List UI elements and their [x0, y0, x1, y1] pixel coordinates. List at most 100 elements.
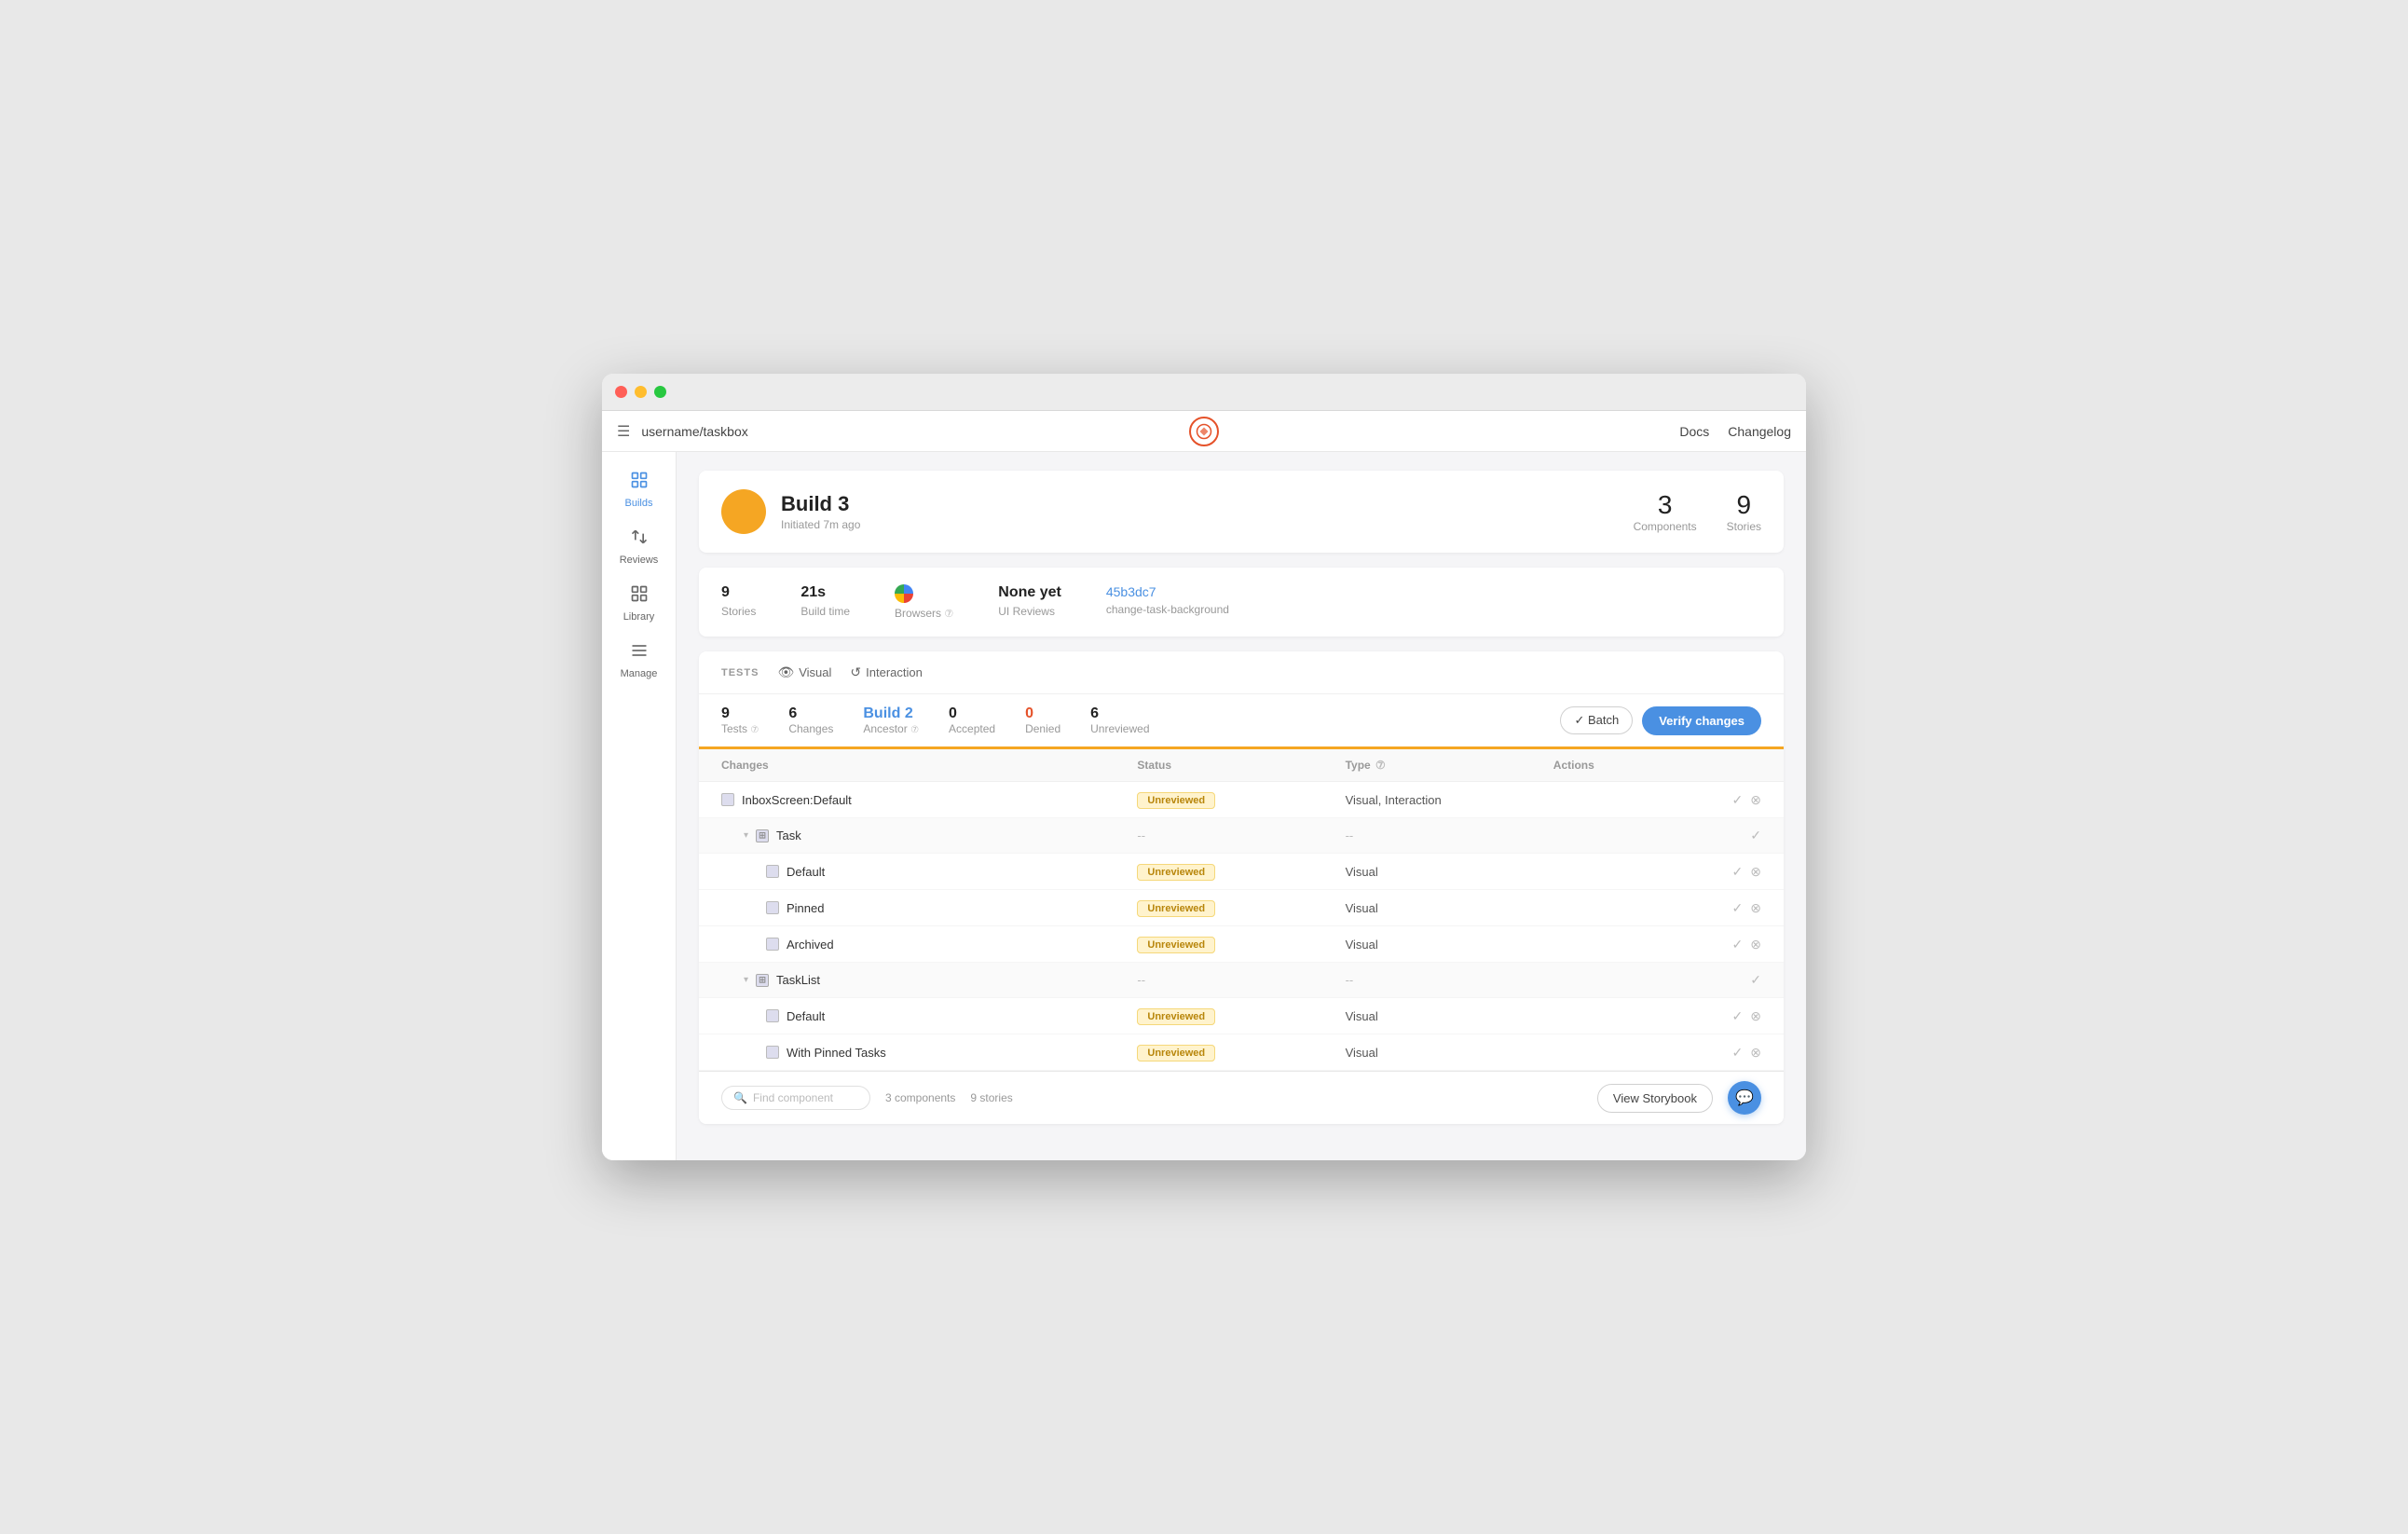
library-icon — [630, 584, 649, 608]
maximize-button[interactable] — [654, 386, 666, 398]
table-row: Default Unreviewed Visual ✓ ⊗ — [699, 998, 1784, 1034]
collapse-icon[interactable]: ▾ — [744, 830, 748, 841]
sidebar-item-manage[interactable]: Manage — [609, 634, 669, 687]
story-icon — [721, 793, 734, 806]
table-header: Changes Status Type ⑦ Actions — [699, 749, 1784, 782]
reviews-label: Reviews — [620, 555, 659, 566]
row-type-dash: -- — [1346, 973, 1553, 987]
row-actions: ✓ ⊗ — [1553, 937, 1761, 952]
builds-label: Builds — [625, 498, 653, 509]
accept-icon[interactable]: ✓ — [1732, 864, 1744, 880]
build-header-card: Build 3 Initiated 7m ago 3 Components 9 … — [699, 471, 1784, 553]
row-name-tasklist-pinned: With Pinned Tasks — [721, 1046, 1137, 1060]
deny-icon[interactable]: ⊗ — [1750, 1045, 1761, 1061]
row-name-text: Pinned — [787, 901, 824, 915]
build-title: Build 3 — [781, 492, 860, 516]
accept-icon[interactable]: ✓ — [1732, 792, 1744, 808]
commit-branch: change-task-background — [1106, 603, 1229, 616]
row-name-task-archived: Archived — [721, 938, 1137, 952]
component-icon: ⊞ — [756, 974, 769, 987]
accept-icon[interactable]: ✓ — [1750, 972, 1761, 988]
stat-denied-num: 0 — [1025, 705, 1060, 722]
components-stat: 3 Components — [1634, 490, 1697, 533]
row-status-dash: -- — [1137, 829, 1345, 842]
chat-button[interactable]: 💬 — [1728, 1081, 1761, 1115]
stat-ancestor-label: Ancestor ⑦ — [863, 722, 919, 735]
status-badge-unreviewed: Unreviewed — [1137, 792, 1215, 809]
col-type: Type ⑦ — [1346, 759, 1553, 772]
stat-changes: 6 Changes — [788, 705, 833, 735]
visual-eye-icon: 👁 — [777, 664, 794, 680]
tests-section: TESTS 👁 Visual ↺ Interaction 9 — [699, 651, 1784, 1124]
sidebar-item-reviews[interactable]: Reviews — [609, 520, 669, 573]
footer-components-count: 3 components — [885, 1091, 955, 1104]
stat-accepted: 0 Accepted — [949, 705, 995, 735]
tests-header: TESTS 👁 Visual ↺ Interaction — [699, 651, 1784, 694]
accept-icon[interactable]: ✓ — [1732, 1008, 1744, 1024]
accept-icon[interactable]: ✓ — [1750, 828, 1761, 843]
accept-icon[interactable]: ✓ — [1732, 1045, 1744, 1061]
sidebar-item-builds[interactable]: Builds — [609, 463, 669, 516]
info-stories-value: 9 — [721, 584, 756, 601]
row-status-dash: -- — [1137, 973, 1345, 987]
changelog-link[interactable]: Changelog — [1728, 424, 1791, 439]
close-button[interactable] — [615, 386, 627, 398]
info-browsers: Browsers ⑦ — [895, 584, 953, 620]
collapse-icon[interactable]: ▾ — [744, 975, 748, 985]
row-name-text: Default — [787, 865, 825, 879]
accept-icon[interactable]: ✓ — [1732, 937, 1744, 952]
deny-icon[interactable]: ⊗ — [1750, 864, 1761, 880]
row-status: Unreviewed — [1137, 1044, 1345, 1061]
row-actions: ✓ — [1553, 828, 1761, 843]
row-name-text: InboxScreen:Default — [742, 793, 852, 807]
row-actions: ✓ ⊗ — [1553, 1008, 1761, 1024]
accept-icon[interactable]: ✓ — [1732, 900, 1744, 916]
status-badge-unreviewed: Unreviewed — [1137, 900, 1215, 917]
top-nav: ☰ username/taskbox Docs Changelog — [602, 411, 1806, 452]
info-ui-reviews-value: None yet — [998, 584, 1061, 601]
build-info: Build 3 Initiated 7m ago — [781, 492, 860, 531]
table-row: Archived Unreviewed Visual ✓ ⊗ — [699, 926, 1784, 963]
reviews-icon — [630, 527, 649, 551]
type-help-icon: ⑦ — [1375, 759, 1386, 772]
stat-unreviewed-num: 6 — [1090, 705, 1149, 722]
build-subtitle: Initiated 7m ago — [781, 518, 860, 531]
row-actions: ✓ ⊗ — [1553, 1045, 1761, 1061]
sidebar-item-library[interactable]: Library — [609, 577, 669, 630]
tab-visual[interactable]: 👁 Visual — [777, 664, 831, 680]
builds-icon — [630, 471, 649, 494]
deny-icon[interactable]: ⊗ — [1750, 900, 1761, 916]
stories-stat: 9 Stories — [1727, 490, 1761, 533]
deny-icon[interactable]: ⊗ — [1750, 1008, 1761, 1024]
stat-ancestor-value[interactable]: Build 2 — [863, 705, 919, 722]
row-name-tasklist-default: Default — [721, 1009, 1137, 1023]
col-changes: Changes — [721, 759, 1137, 772]
menu-icon[interactable]: ☰ — [617, 422, 630, 441]
view-storybook-button[interactable]: View Storybook — [1597, 1084, 1713, 1113]
row-name-task-pinned: Pinned — [721, 901, 1137, 915]
browser-chrome-icon — [895, 584, 913, 603]
tests-section-title: TESTS — [721, 667, 759, 678]
manage-icon — [630, 641, 649, 664]
table-row: Pinned Unreviewed Visual ✓ ⊗ — [699, 890, 1784, 926]
docs-link[interactable]: Docs — [1679, 424, 1709, 439]
tab-interaction[interactable]: ↺ Interaction — [850, 664, 922, 680]
deny-icon[interactable]: ⊗ — [1750, 792, 1761, 808]
footer-bar: 🔍 Find component 3 components 9 stories … — [699, 1071, 1784, 1124]
story-icon — [766, 938, 779, 951]
row-actions: ✓ — [1553, 972, 1761, 988]
batch-button[interactable]: ✓ Batch — [1560, 706, 1633, 734]
verify-changes-button[interactable]: Verify changes — [1642, 706, 1761, 735]
stat-unreviewed: 6 Unreviewed — [1090, 705, 1149, 735]
info-card: 9 Stories 21s Build time Browsers ⑦ None… — [699, 568, 1784, 637]
find-component-input[interactable]: 🔍 Find component — [721, 1086, 870, 1110]
commit-hash-link[interactable]: 45b3dc7 — [1106, 584, 1229, 599]
main-content: Build 3 Initiated 7m ago 3 Components 9 … — [677, 452, 1806, 1160]
browsers-help-icon: ⑦ — [944, 609, 953, 620]
row-status: Unreviewed — [1137, 936, 1345, 952]
top-nav-links: Docs Changelog — [1679, 424, 1791, 439]
minimize-button[interactable] — [635, 386, 647, 398]
deny-icon[interactable]: ⊗ — [1750, 937, 1761, 952]
info-browsers-label: Browsers ⑦ — [895, 607, 953, 620]
story-icon — [766, 865, 779, 878]
